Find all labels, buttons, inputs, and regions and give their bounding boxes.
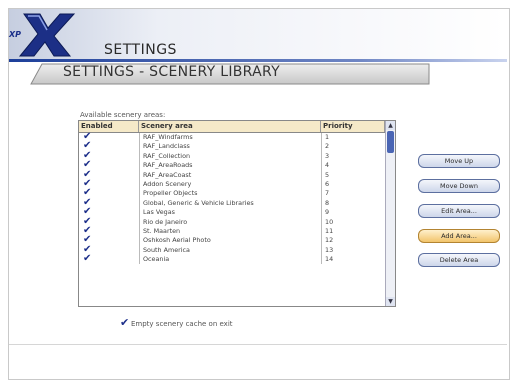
scenery-priority: 1	[321, 133, 385, 143]
empty-cache-label: Empty scenery cache on exit	[131, 320, 233, 328]
scenery-priority: 14	[321, 255, 385, 265]
scenery-priority: 7	[321, 189, 385, 199]
scenery-priority: 11	[321, 226, 385, 237]
header-divider	[9, 59, 507, 62]
logo-text: XP	[9, 30, 22, 39]
table-row[interactable]: ✔ Oshkosh Aerial Photo 12	[79, 235, 385, 246]
scenery-priority: 4	[321, 161, 385, 171]
table-row[interactable]: ✔ Propeller Objects 7	[79, 188, 385, 199]
scenery-table: Enabled Scenery area Priority ✔ RAF_Windf…	[78, 120, 396, 307]
table-header: Enabled Scenery area Priority	[79, 121, 385, 133]
move-up-button[interactable]: Move Up	[418, 154, 500, 168]
scenery-name: Oceania	[139, 255, 321, 265]
table-row[interactable]: ✔ Addon Scenery 6	[79, 178, 385, 190]
table-row[interactable]: ✔ South America 13	[79, 244, 385, 256]
scenery-priority: 10	[321, 217, 385, 227]
scenery-name: Oshkosh Aerial Photo	[139, 236, 321, 246]
table-row[interactable]: ✔ RAF_AreaRoads 4	[79, 160, 385, 171]
footer-divider	[9, 344, 507, 345]
column-priority[interactable]: Priority	[321, 121, 385, 132]
table-row[interactable]: ✔ Global, Generic & Vehicle Libraries 8	[79, 197, 385, 209]
scenery-name: Las Vegas	[139, 208, 321, 218]
table-row[interactable]: ✔ RAF_Landclass 2	[79, 141, 385, 152]
table-row[interactable]: ✔ Oceania 14	[79, 254, 385, 265]
scenery-name: RAF_Landclass	[139, 142, 321, 152]
table-row[interactable]: ✔ Rio de Janeiro 10	[79, 216, 385, 227]
scenery-priority: 2	[321, 142, 385, 152]
scenery-name: RAF_Collection	[139, 151, 321, 162]
move-down-button[interactable]: Move Down	[418, 179, 500, 193]
scenery-name: Rio de Janeiro	[139, 217, 321, 227]
section-title: SETTINGS - SCENERY LIBRARY	[63, 64, 280, 80]
table-row[interactable]: ✔ RAF_Collection 3	[79, 150, 385, 162]
scroll-up-icon[interactable]: ▲	[386, 121, 395, 130]
enabled-cell[interactable]: ✔	[79, 254, 139, 264]
edit-area-button[interactable]: Edit Area...	[418, 204, 500, 218]
table-row[interactable]: ✔ St. Maarten 11	[79, 225, 385, 237]
scenery-priority: 8	[321, 198, 385, 209]
check-icon[interactable]: ✔	[83, 254, 91, 264]
scenery-name: RAF_AreaRoads	[139, 161, 321, 171]
scenery-name: RAF_AreaCoast	[139, 170, 321, 180]
table-body: ✔ RAF_Windfarms 1 ✔ RAF_Landclass 2 ✔ RAF_Colle…	[79, 132, 385, 265]
scenery-name: South America	[139, 245, 321, 256]
empty-cache-checkbox[interactable]: ✔	[120, 316, 129, 329]
page-title: SETTINGS	[104, 42, 177, 58]
table-row[interactable]: ✔ RAF_Windfarms 1	[79, 132, 385, 143]
table-row[interactable]: ✔ Las Vegas 9	[79, 207, 385, 218]
scenery-priority: 13	[321, 245, 385, 256]
scenery-name: Addon Scenery	[139, 179, 321, 190]
scenery-priority: 3	[321, 151, 385, 162]
scenery-list-label: Available scenery areas:	[80, 111, 166, 119]
scenery-priority: 6	[321, 179, 385, 190]
scenery-priority: 12	[321, 236, 385, 246]
add-area-button[interactable]: Add Area...	[418, 229, 500, 243]
x-logo-icon	[18, 13, 76, 57]
scenery-name: Propeller Objects	[139, 189, 321, 199]
scenery-name: Global, Generic & Vehicle Libraries	[139, 198, 321, 209]
header-banner	[9, 9, 507, 61]
scenery-priority: 5	[321, 170, 385, 180]
delete-area-button[interactable]: Delete Area	[418, 253, 500, 267]
scenery-name: St. Maarten	[139, 226, 321, 237]
table-row[interactable]: ✔ RAF_AreaCoast 5	[79, 169, 385, 180]
column-scenery-area[interactable]: Scenery area	[139, 121, 321, 132]
scenery-priority: 9	[321, 208, 385, 218]
scenery-name: RAF_Windfarms	[139, 133, 321, 143]
scroll-down-icon[interactable]: ▼	[386, 297, 395, 306]
scroll-thumb[interactable]	[387, 131, 394, 153]
table-scrollbar[interactable]: ▲ ▼	[385, 121, 395, 306]
